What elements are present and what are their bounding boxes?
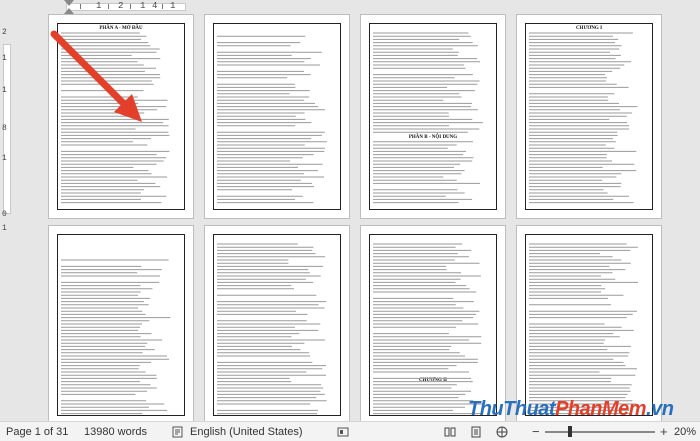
document-page[interactable]	[48, 225, 194, 421]
vertical-ruler[interactable]: 2 1 1 8 1 0 1	[0, 14, 14, 421]
document-page[interactable]	[204, 225, 350, 421]
ruler-number: 1	[96, 1, 102, 11]
zoom-out-button[interactable]: −	[532, 424, 540, 439]
ruler-tick	[162, 4, 163, 9]
macro-record-icon[interactable]	[337, 426, 349, 438]
watermark-part: PhanMem	[555, 398, 647, 420]
zoom-in-button[interactable]: +	[660, 424, 668, 439]
proofing-icon[interactable]	[172, 426, 184, 438]
watermark-part: .vn	[646, 398, 674, 420]
page-text-lines	[529, 243, 638, 415]
page-text-lines	[61, 259, 171, 415]
ruler-number: 4	[152, 1, 158, 11]
status-bar: Page 1 of 31 13980 words English (United…	[0, 421, 700, 441]
ruler-tick	[130, 4, 131, 9]
web-layout-icon[interactable]	[496, 426, 508, 438]
document-page[interactable]	[516, 225, 662, 421]
zoom-slider[interactable]	[545, 431, 655, 433]
ruler-number: 1	[2, 154, 7, 163]
page-text-lines	[217, 35, 327, 204]
ruler-number: 2	[118, 1, 124, 11]
document-page[interactable]: CHƯƠNG I	[516, 14, 662, 219]
ruler-number: 1	[2, 224, 7, 233]
read-mode-icon[interactable]	[444, 426, 456, 438]
zoom-slider-thumb[interactable]	[568, 426, 572, 437]
first-line-indent-marker[interactable]	[64, 0, 74, 6]
page-text-lines	[373, 32, 483, 204]
ruler-number: 1	[140, 1, 146, 11]
page-count[interactable]: Page 1 of 31	[6, 426, 68, 438]
document-page[interactable]: CHƯƠNG II	[360, 225, 506, 421]
ruler-number: 0	[2, 210, 7, 219]
print-layout-icon[interactable]	[470, 426, 482, 438]
site-watermark-logo: ThuThuatPhanMem.vn	[468, 398, 674, 421]
page-text-lines	[373, 243, 483, 415]
word-count[interactable]: 13980 words	[84, 426, 147, 438]
watermark-part: ThuThuat	[468, 398, 556, 420]
zoom-level[interactable]: 20%	[674, 426, 696, 438]
horizontal-ruler[interactable]: 1 2 1 4 1	[0, 0, 700, 14]
page-text-lines	[217, 243, 327, 415]
ruler-text-area	[66, 3, 186, 11]
page-text-lines	[61, 32, 170, 204]
document-area[interactable]: PHẦN A - MỞ ĐẦU PHẦN B - NỘI DUNG CHƯƠNG…	[14, 14, 700, 421]
ruler-number: 1	[2, 86, 7, 95]
ruler-number: 2	[2, 28, 7, 37]
language-indicator[interactable]: English (United States)	[190, 426, 303, 438]
ruler-number: 1	[2, 54, 7, 63]
ruler-number: 8	[2, 124, 7, 133]
ruler-tick	[108, 4, 109, 9]
document-page[interactable]: PHẦN B - NỘI DUNG	[360, 14, 506, 219]
document-page[interactable]	[204, 14, 350, 219]
document-page[interactable]: PHẦN A - MỞ ĐẦU	[48, 14, 194, 219]
page-text-lines	[529, 32, 638, 204]
ruler-number: 1	[170, 1, 176, 11]
ruler-tick	[80, 4, 81, 9]
